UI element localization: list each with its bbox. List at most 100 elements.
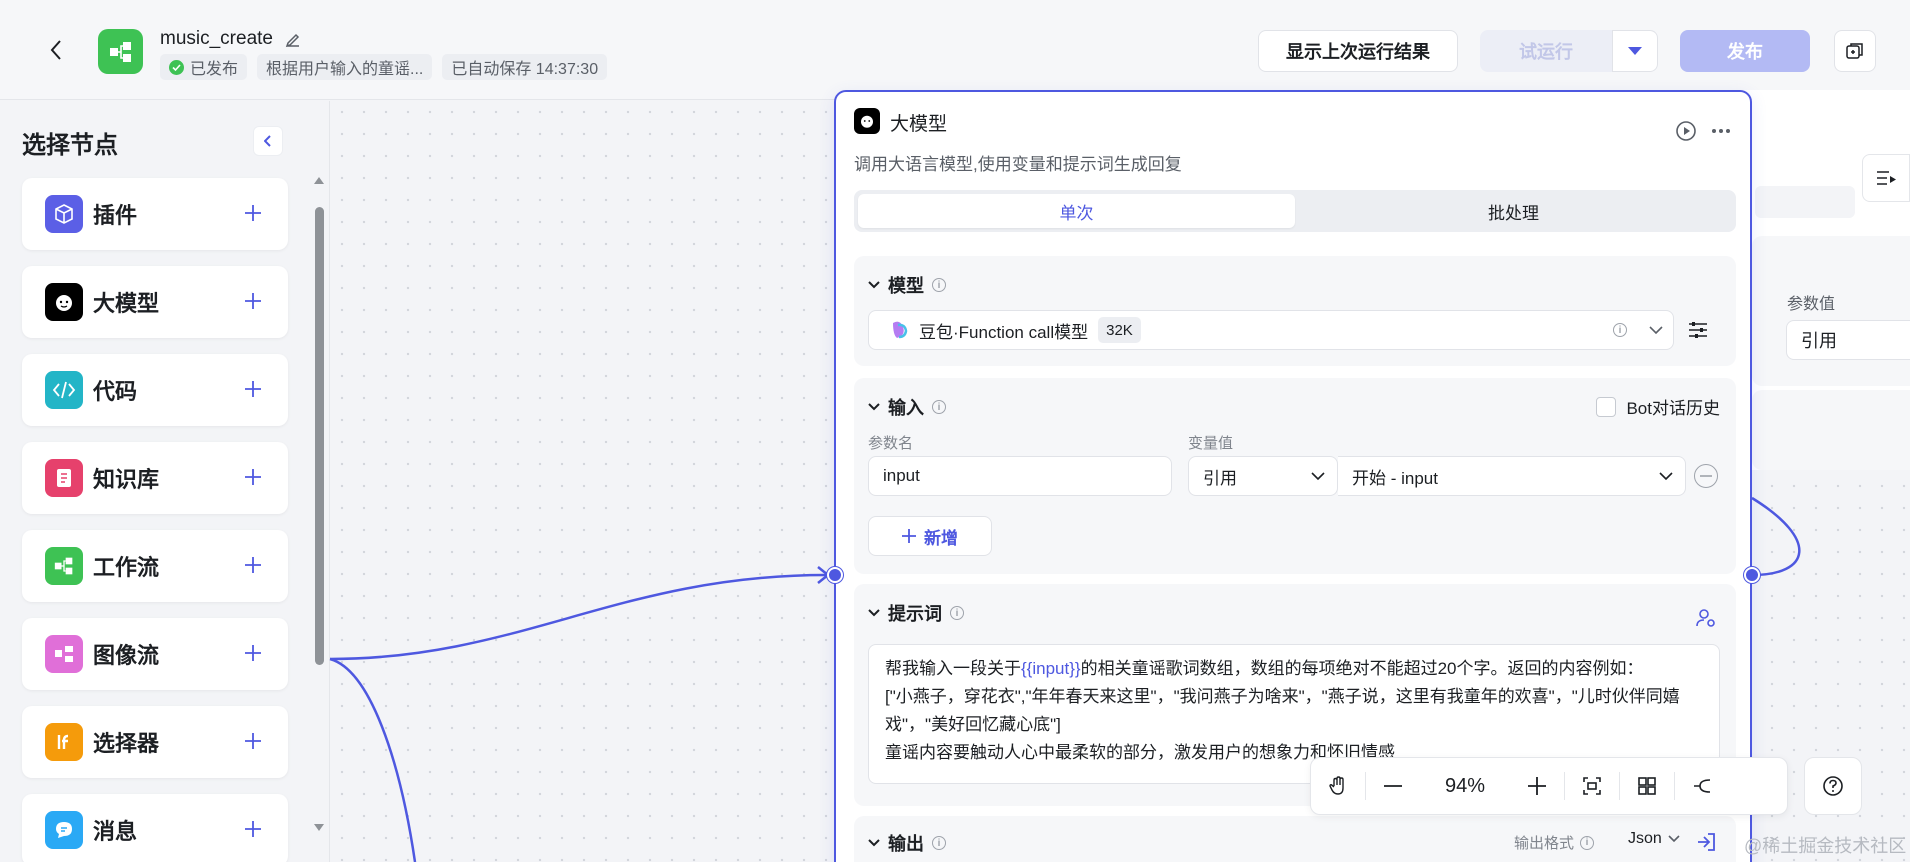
tab-single[interactable]: 单次	[858, 194, 1295, 228]
more-icon[interactable]	[1710, 120, 1732, 142]
plus-icon	[1528, 777, 1546, 795]
help-icon	[1823, 776, 1843, 796]
node-card-workflow[interactable]: 工作流	[22, 530, 288, 602]
node-label: 图像流	[93, 643, 160, 668]
test-run-button[interactable]: 试运行	[1480, 30, 1612, 72]
node-label: 工作流	[93, 555, 160, 580]
chevron-down-icon	[868, 609, 880, 617]
output-format-select[interactable]: Json	[1628, 830, 1680, 848]
bot-history-toggle[interactable]: Bot对话历史	[1596, 394, 1720, 419]
model-section-header[interactable]: 模型 i	[868, 272, 946, 298]
zoom-out-button[interactable]	[1366, 757, 1420, 815]
llm-node[interactable]: 大模型 调用大语言模型,使用变量和提示词生成回复 单次 批处理 模型 i 豆包·…	[834, 90, 1752, 862]
param-name-input[interactable]: input	[868, 456, 1172, 496]
node-card-code[interactable]: 代码	[22, 354, 288, 426]
test-run-dropdown[interactable]	[1612, 30, 1658, 72]
info-icon[interactable]: i	[1613, 323, 1627, 337]
meta-row: 已发布 根据用户输入的童谣... 已自动保存 14:37:30	[160, 54, 608, 80]
help-button[interactable]	[1804, 757, 1862, 815]
model-name: 豆包·Function call模型	[919, 322, 1089, 342]
play-circle-icon[interactable]	[1675, 120, 1697, 142]
chevron-down-icon	[868, 839, 880, 847]
import-icon[interactable]	[1694, 830, 1718, 854]
add-node-button[interactable]	[240, 552, 266, 578]
collapse-sidebar-button[interactable]	[253, 126, 283, 156]
model-section: 模型 i 豆包·Function call模型 32K i	[854, 256, 1736, 366]
show-last-result-button[interactable]: 显示上次运行结果	[1258, 30, 1458, 72]
node-label: 选择器	[93, 731, 160, 756]
user-settings-icon[interactable]	[1694, 606, 1718, 630]
hand-icon	[1329, 776, 1344, 795]
node-label: 大模型	[93, 291, 160, 316]
edit-icon[interactable]	[284, 31, 302, 49]
caret-down-icon	[1628, 47, 1642, 55]
top-header: music_create 已发布 根据用户输入的童谣... 已自动保存 14:3…	[0, 0, 1910, 100]
plus-icon	[245, 381, 261, 397]
mode-tabs: 单次 批处理	[854, 190, 1736, 232]
bot-history-label: Bot对话历史	[1626, 399, 1720, 418]
input-port[interactable]	[827, 567, 843, 583]
code-icon	[45, 371, 83, 409]
add-node-button[interactable]	[240, 464, 266, 490]
chevron-down-icon	[868, 403, 880, 411]
add-node-button[interactable]	[240, 640, 266, 666]
chevron-down-icon	[1668, 835, 1680, 843]
tab-batch[interactable]: 批处理	[1295, 194, 1732, 228]
info-icon[interactable]: i	[1580, 835, 1595, 850]
add-node-button[interactable]	[240, 288, 266, 314]
info-icon[interactable]: i	[932, 400, 946, 414]
next-node-input[interactable]	[1755, 186, 1855, 218]
hand-tool-button[interactable]	[1311, 757, 1365, 815]
minus-icon	[1700, 475, 1712, 477]
curve-icon	[1694, 779, 1711, 793]
publish-button[interactable]: 发布	[1680, 30, 1810, 72]
node-label: 插件	[93, 203, 138, 228]
section-title: 输出	[888, 834, 924, 854]
plus-icon	[902, 529, 916, 543]
next-node-section	[1752, 390, 1910, 470]
fit-view-button[interactable]	[1565, 757, 1619, 815]
input-section-header[interactable]: 输入 i	[868, 394, 946, 420]
back-button[interactable]	[42, 36, 70, 64]
value-ref-select[interactable]: 开始 - input	[1338, 456, 1686, 496]
add-node-button[interactable]	[240, 200, 266, 226]
prompt-text: ["小燕子，穿花衣","年年春天来这里"，"我问燕子为啥来"，"燕子说，这里有我…	[885, 687, 1680, 734]
output-section-header[interactable]: 输出 i	[868, 830, 946, 856]
node-card-message[interactable]: 消息	[22, 794, 288, 862]
watermark: @稀土掘金技术社区	[1744, 836, 1907, 856]
sidebar-scroll-thumb[interactable]	[315, 207, 324, 665]
node-card-imageflow[interactable]: 图像流	[22, 618, 288, 690]
add-node-button[interactable]	[240, 728, 266, 754]
add-param-button[interactable]: 新增	[868, 516, 992, 556]
node-card-knowledge[interactable]: 知识库	[22, 442, 288, 514]
info-icon[interactable]: i	[932, 836, 946, 850]
node-card-plugin[interactable]: 插件	[22, 178, 288, 250]
sliders-icon[interactable]	[1686, 318, 1710, 342]
description-chip[interactable]: 根据用户输入的童谣...	[257, 54, 433, 80]
prompt-text: 帮我输入一段关于	[885, 659, 1021, 678]
chevron-down-icon	[1649, 326, 1663, 335]
node-card-selector[interactable]: 选择器	[22, 706, 288, 778]
next-node-value-select[interactable]: 引用	[1786, 320, 1910, 360]
zoom-level[interactable]: 94%	[1420, 775, 1510, 798]
value-type-select[interactable]: 引用	[1188, 456, 1338, 496]
prompt-section-header[interactable]: 提示词 i	[868, 600, 964, 626]
info-icon[interactable]: i	[950, 606, 964, 620]
prompt-text: 的相关童谣歌词数组，数组的每项绝对不能超过20个字。返回的内容例如：	[1080, 659, 1644, 678]
remove-param-button[interactable]	[1694, 464, 1718, 488]
copy-button[interactable]	[1834, 30, 1876, 72]
info-icon[interactable]: i	[932, 278, 946, 292]
model-select[interactable]: 豆包·Function call模型 32K i	[868, 310, 1674, 350]
line-style-button[interactable]	[1675, 757, 1729, 815]
output-port[interactable]	[1744, 567, 1760, 583]
add-node-button[interactable]	[240, 376, 266, 402]
chevron-left-icon	[264, 135, 271, 147]
chevron-down-icon	[1659, 472, 1673, 481]
add-node-button[interactable]	[240, 816, 266, 842]
input-section: 输入 i Bot对话历史 参数名 变量值 input 引用 开始 - input…	[854, 378, 1736, 574]
zoom-in-button[interactable]	[1510, 757, 1564, 815]
side-panel-toggle[interactable]	[1862, 154, 1910, 202]
bot-history-checkbox[interactable]	[1596, 396, 1617, 417]
layout-button[interactable]	[1620, 757, 1674, 815]
node-card-llm[interactable]: 大模型	[22, 266, 288, 338]
